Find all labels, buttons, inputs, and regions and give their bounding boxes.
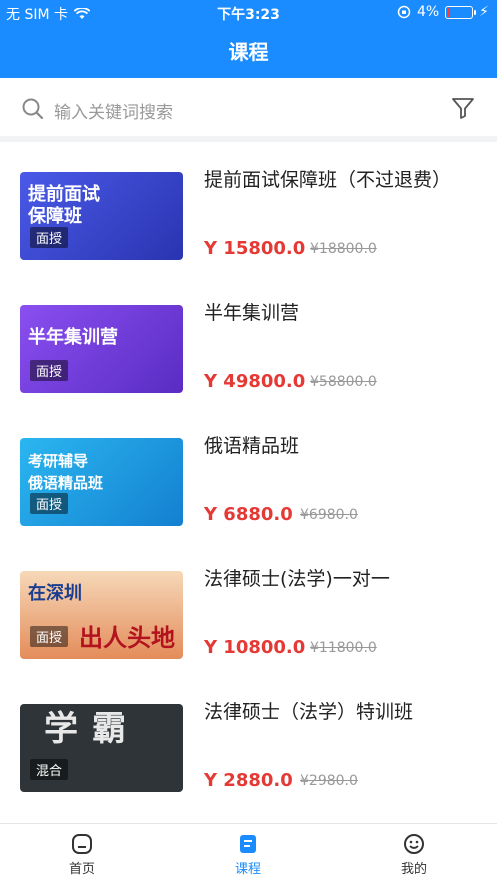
battery-percent: 4%	[416, 4, 440, 20]
tab-courses-label: 课程	[234, 862, 261, 877]
course-name: 提前面试保障班（不过退费）	[204, 169, 452, 191]
charging-icon: ⚡	[479, 4, 489, 20]
course-item[interactable]: 考研辅导 俄语精品班 面授 俄语精品班 Y 6880.0 ¥6980.0	[0, 416, 497, 549]
thumbnail-text: 提前面试 保障班	[28, 184, 100, 227]
page-title: 课程	[228, 40, 269, 64]
orientation-lock-icon	[397, 5, 411, 19]
course-original-price: ¥18800.0	[310, 241, 377, 257]
course-item[interactable]: 学霸 混合 法律硕士（法学）特训班 Y 2880.0 ¥2980.0	[0, 682, 497, 815]
search-icon	[22, 98, 44, 120]
course-item[interactable]: 提前面试 保障班 面授 提前面试保障班（不过退费） Y 15800.0 ¥1880…	[0, 150, 497, 283]
course-price: Y 10800.0	[204, 637, 306, 658]
course-original-price: ¥6980.0	[300, 507, 358, 523]
tab-bar: 首页 课程 我的	[0, 823, 497, 883]
course-price: Y 2880.0	[204, 770, 293, 791]
course-name: 俄语精品班	[204, 435, 300, 457]
profile-icon	[404, 834, 424, 854]
course-thumbnail: 提前面试 保障班 面授	[20, 172, 183, 260]
course-type-tag: 混合	[30, 759, 69, 780]
battery-icon	[445, 5, 477, 19]
home-icon	[72, 834, 92, 854]
course-price: Y 49800.0	[204, 371, 306, 392]
thumbnail-text: 学霸	[44, 709, 140, 749]
course-thumbnail: 考研辅导 俄语精品班 面授	[20, 438, 183, 526]
thumbnail-subtext: 出人头地	[79, 624, 175, 652]
course-item[interactable]: 在深圳 出人头地 面授 法律硕士(法学)一对一 Y 10800.0 ¥11800…	[0, 549, 497, 682]
filter-icon[interactable]	[451, 96, 475, 120]
course-thumbnail: 在深圳 出人头地 面授	[20, 571, 183, 659]
thumbnail-text: 考研辅导 俄语精品班	[28, 452, 104, 492]
course-list: 提前面试 保障班 面授 提前面试保障班（不过退费） Y 15800.0 ¥1880…	[0, 150, 497, 815]
thumbnail-text: 半年集训营	[28, 327, 118, 348]
status-bar: 无 SIM 卡 下午3:23 4% ⚡	[0, 0, 497, 26]
course-item[interactable]: 半年集训营 面授 半年集训营 Y 49800.0 ¥58800.0	[0, 283, 497, 416]
app-header: 无 SIM 卡 下午3:23 4% ⚡ 课程	[0, 0, 497, 78]
course-original-price: ¥58800.0	[310, 374, 377, 390]
search-bar[interactable]: 输入关键词搜索	[0, 78, 497, 142]
tab-home-label: 首页	[68, 862, 95, 877]
course-type-tag: 面授	[30, 493, 69, 514]
tab-courses[interactable]: 课程	[208, 830, 288, 877]
course-name: 半年集训营	[204, 302, 300, 324]
course-icon	[240, 835, 256, 853]
tab-home[interactable]: 首页	[42, 830, 122, 877]
course-price: Y 6880.0	[204, 504, 293, 525]
course-thumbnail: 半年集训营 面授	[20, 305, 183, 393]
course-name: 法律硕士（法学）特训班	[204, 701, 414, 723]
course-type-tag: 面授	[30, 227, 69, 248]
tab-profile[interactable]: 我的	[374, 830, 454, 877]
course-name: 法律硕士(法学)一对一	[204, 568, 390, 590]
course-price: Y 15800.0	[204, 238, 306, 259]
thumbnail-text: 在深圳	[28, 583, 82, 604]
course-original-price: ¥2980.0	[300, 773, 358, 789]
course-thumbnail: 学霸 混合	[20, 704, 183, 792]
search-input[interactable]: 输入关键词搜索	[54, 98, 173, 123]
course-original-price: ¥11800.0	[310, 640, 377, 656]
course-type-tag: 面授	[30, 360, 69, 381]
tab-profile-label: 我的	[400, 862, 427, 877]
course-type-tag: 面授	[30, 626, 69, 647]
